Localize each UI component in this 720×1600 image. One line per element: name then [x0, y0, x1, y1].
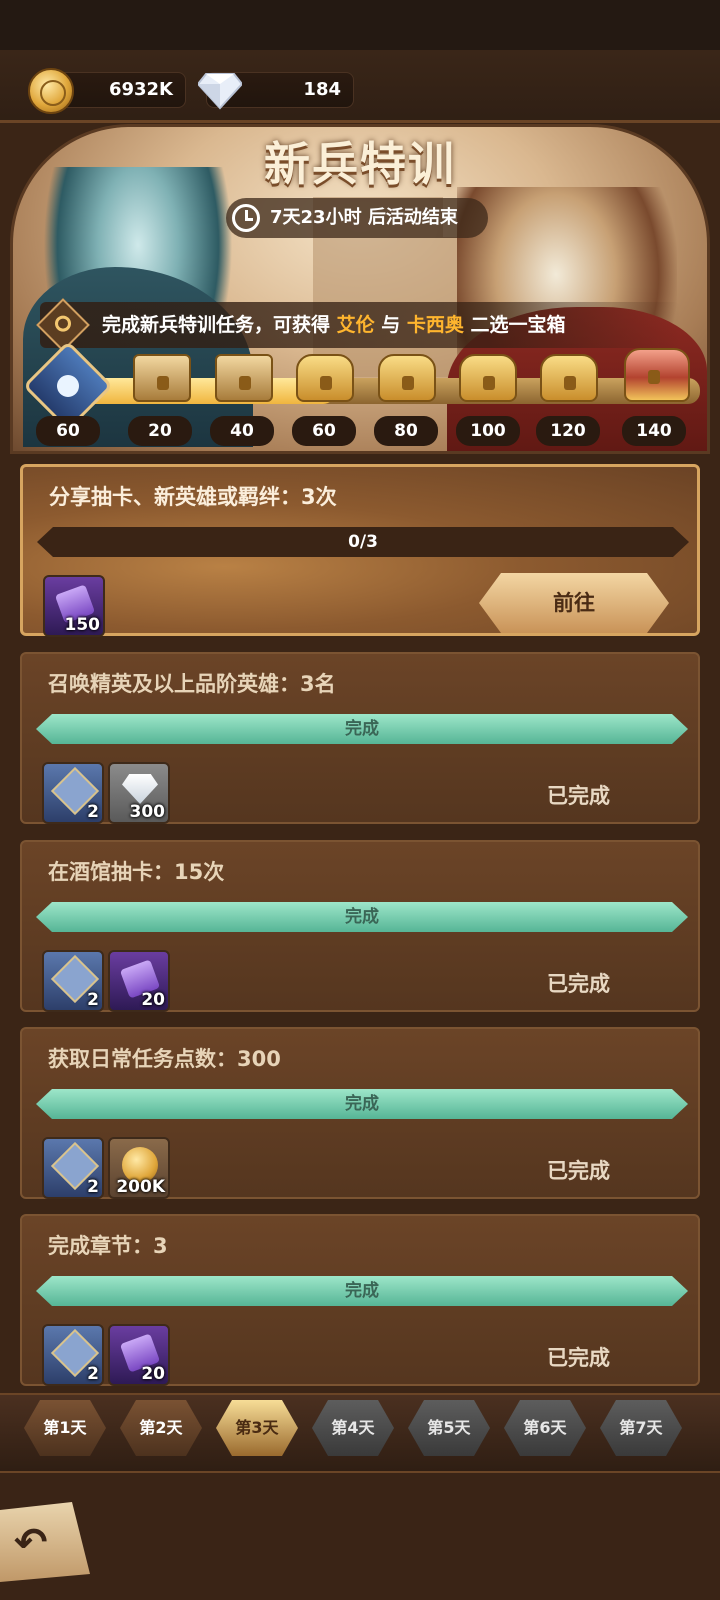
task-progress-bar: 完成: [36, 1276, 688, 1306]
clock-icon: [232, 204, 260, 232]
desc-text: 完成新兵特训任务，可获得: [102, 314, 337, 336]
milestone-label: 100: [456, 416, 520, 446]
task-title: 分享抽卡、新英雄或羁绊：3次: [49, 485, 337, 509]
milestone-progress-fill: [70, 378, 335, 404]
milestone-label: 20: [128, 416, 192, 446]
task-card: 召唤精英及以上品阶英雄：3名 完成 2 300 已完成: [20, 652, 700, 824]
badge-reward-icon[interactable]: 2: [42, 762, 104, 824]
event-title: 新兵特训: [264, 137, 456, 191]
reward-qty: 2: [87, 1177, 99, 1197]
tab-day-2[interactable]: 第2天: [120, 1400, 202, 1456]
task-progress-bar: 完成: [36, 1089, 688, 1119]
desc-text: 与: [374, 314, 407, 336]
task-title: 召唤精英及以上品阶英雄：3名: [48, 672, 336, 696]
chest-icon[interactable]: [540, 354, 598, 402]
milestone-label: 140: [622, 416, 686, 446]
top-bar: 6932K 184: [0, 50, 720, 125]
badge-reward-icon[interactable]: 2: [42, 950, 104, 1012]
completed-status: 已完成: [547, 1159, 610, 1183]
current-points: 60: [36, 416, 100, 446]
task-card: 获取日常任务点数：300 完成 2 200K 已完成: [20, 1027, 700, 1199]
tab-day-7[interactable]: 第7天: [600, 1400, 682, 1456]
hero-name-1: 艾伦: [336, 314, 375, 336]
milestone-label: 40: [210, 416, 274, 446]
chest-icon[interactable]: [378, 354, 436, 402]
completed-status: 已完成: [547, 784, 610, 808]
reward-qty: 20: [141, 1364, 165, 1384]
reward-qty: 20: [141, 990, 165, 1010]
milestone-label: 120: [536, 416, 600, 446]
goto-button[interactable]: 前往: [479, 573, 669, 633]
event-description: 完成新兵特训任务，可获得 艾伦 与 卡西奥 二选一宝箱: [40, 302, 680, 348]
chest-icon[interactable]: [133, 354, 191, 402]
task-progress-bar: 完成: [36, 902, 688, 932]
gold-reward-icon[interactable]: 200K: [108, 1137, 170, 1199]
diamond-reward-icon[interactable]: 300: [108, 762, 170, 824]
task-card: 在酒馆抽卡：15次 完成 2 20 已完成: [20, 840, 700, 1012]
chest-icon[interactable]: [215, 354, 273, 402]
bottom-panel: [0, 1473, 720, 1600]
tab-day-4[interactable]: 第4天: [312, 1400, 394, 1456]
completed-status: 已完成: [547, 972, 610, 996]
reward-qty: 150: [64, 615, 101, 635]
event-timer: 7天23小时 后活动结束: [226, 198, 488, 238]
timer-text: 7天23小时 后活动结束: [270, 207, 458, 228]
badge-reward-icon[interactable]: 2: [42, 1324, 104, 1386]
milestone-label: 60: [292, 416, 356, 446]
chest-icon[interactable]: [296, 354, 354, 402]
task-card: 完成章节：3 完成 2 20 已完成: [20, 1214, 700, 1386]
tab-day-6[interactable]: 第6天: [504, 1400, 586, 1456]
reward-qty: 2: [87, 1364, 99, 1384]
completed-status: 已完成: [547, 1346, 610, 1370]
status-bar: [0, 0, 720, 50]
task-title: 完成章节：3: [48, 1234, 168, 1258]
reward-qty: 2: [87, 802, 99, 822]
task-title: 在酒馆抽卡：15次: [48, 860, 225, 884]
hero-shard-reward-icon[interactable]: 20: [108, 1324, 170, 1386]
reward-qty: 200K: [116, 1177, 165, 1197]
task-title: 获取日常任务点数：300: [48, 1047, 281, 1071]
reward-qty: 300: [129, 802, 166, 822]
back-arrow-icon: ↶: [14, 1520, 48, 1566]
diamond-icon: [198, 73, 242, 110]
reward-qty: 2: [87, 990, 99, 1010]
hero-shard-reward-icon[interactable]: 20: [108, 950, 170, 1012]
tab-day-5[interactable]: 第5天: [408, 1400, 490, 1456]
crystal-reward-icon[interactable]: 150: [43, 575, 105, 637]
chest-icon[interactable]: [624, 348, 690, 402]
task-card: 分享抽卡、新英雄或羁绊：3次 0/3 150 前往: [20, 464, 700, 637]
task-progress-bar: 完成: [36, 714, 688, 744]
desc-text: 二选一宝箱: [463, 314, 566, 336]
task-progress-bar: 0/3: [37, 527, 689, 557]
tab-day-1[interactable]: 第1天: [24, 1400, 106, 1456]
tab-day-3[interactable]: 第3天: [216, 1400, 298, 1456]
chest-icon[interactable]: [459, 354, 517, 402]
hero-name-2: 卡西奥: [406, 314, 464, 336]
milestone-label: 80: [374, 416, 438, 446]
gold-coin-icon: [28, 68, 74, 114]
badge-reward-icon[interactable]: 2: [42, 1137, 104, 1199]
